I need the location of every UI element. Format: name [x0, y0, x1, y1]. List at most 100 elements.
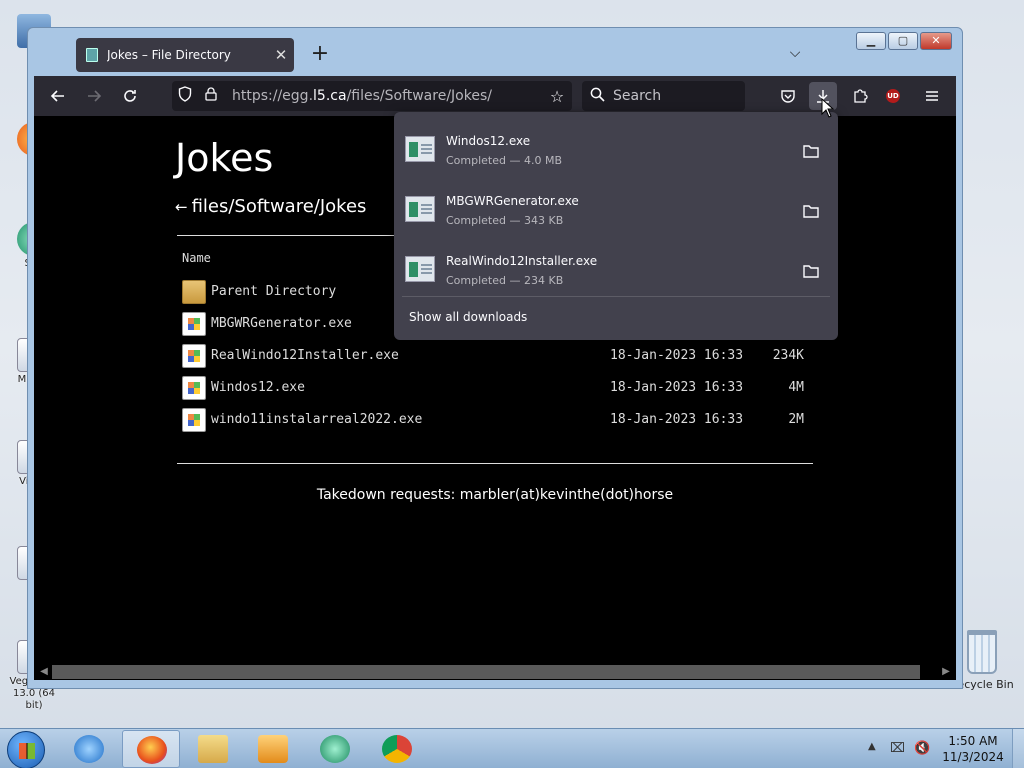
scroll-right-icon[interactable]: ▶	[938, 664, 954, 680]
clock-time: 1:50 AM	[948, 734, 998, 748]
system-clock[interactable]: 1:50 AM 11/3/2024	[940, 733, 1006, 765]
exe-file-icon	[405, 256, 435, 282]
nav-toolbar: https://egg.l5.ca/files/Software/Jokes/ …	[34, 76, 956, 116]
url-path: /files/Software/Jokes/	[346, 88, 492, 104]
file-icon	[86, 48, 98, 62]
tab-title: Jokes – File Directory	[107, 48, 231, 62]
exe-file-icon	[182, 312, 206, 336]
taskbar-media-player[interactable]	[244, 730, 302, 768]
column-header-name[interactable]: Name	[182, 251, 211, 265]
scrollbar-thumb[interactable]	[52, 665, 920, 679]
file-name[interactable]: MBGWRGenerator.exe	[211, 316, 352, 331]
reload-button[interactable]	[116, 82, 144, 110]
folder-icon[interactable]	[800, 260, 822, 282]
breadcrumb-path: files/Software/Jokes	[191, 196, 367, 217]
url-bar[interactable]: https://egg.l5.ca/files/Software/Jokes/ …	[172, 81, 572, 111]
file-name[interactable]: RealWindo12Installer.exe	[211, 348, 399, 363]
menu-button[interactable]	[918, 82, 946, 110]
minimize-button[interactable]: ▁	[856, 32, 886, 50]
back-button[interactable]	[44, 82, 72, 110]
breadcrumb[interactable]: ← files/Software/Jokes	[175, 196, 366, 217]
horizontal-scrollbar[interactable]: ◀ ▶	[34, 664, 956, 680]
file-size: 234K	[772, 348, 804, 363]
page-title: Jokes	[175, 136, 274, 180]
forward-button[interactable]	[80, 82, 108, 110]
show-desktop-button[interactable]	[1012, 729, 1024, 768]
tab-jokes[interactable]: Jokes – File Directory ✕	[76, 38, 294, 72]
taskbar-firefox[interactable]	[122, 730, 180, 768]
file-size: 2M	[788, 412, 804, 427]
media-player-icon	[258, 735, 288, 763]
url-text: https://egg.l5.ca/files/Software/Jokes/	[232, 88, 542, 104]
download-status: Completed — 4.0 MB	[446, 154, 563, 167]
exe-file-icon	[405, 196, 435, 222]
taskbar-app[interactable]	[306, 730, 364, 768]
file-name[interactable]: windo11instalarreal2022.exe	[211, 412, 422, 427]
taskbar-ie[interactable]	[60, 730, 118, 768]
search-icon	[590, 87, 605, 106]
start-button[interactable]	[7, 731, 45, 768]
chevron-down-icon[interactable]: ⌵	[782, 40, 808, 66]
download-item[interactable]: Windos12.exe Completed — 4.0 MB	[394, 118, 838, 176]
show-all-downloads-button[interactable]: Show all downloads	[409, 310, 527, 324]
network-icon[interactable]: ⌧	[890, 741, 906, 757]
app-icon	[320, 735, 350, 763]
download-status: Completed — 343 KB	[446, 214, 564, 227]
new-tab-button[interactable]: +	[306, 40, 334, 68]
download-status: Completed — 234 KB	[446, 274, 564, 287]
divider	[402, 296, 830, 297]
tray-chevron-up-icon[interactable]: ▲	[868, 741, 876, 752]
takedown-text: Takedown requests: marbler(at)kevinthe(d…	[316, 487, 674, 503]
folder-icon[interactable]	[800, 140, 822, 162]
file-row[interactable]: windo11instalarreal2022.exe 18-Jan-2023 …	[182, 404, 822, 436]
scroll-left-icon[interactable]: ◀	[36, 664, 52, 680]
maximize-button[interactable]: ▢	[888, 32, 918, 50]
search-input[interactable]: Search	[582, 81, 745, 111]
mouse-cursor-icon	[821, 98, 835, 118]
recycle-bin-icon	[967, 630, 997, 674]
forward-arrow-icon	[88, 90, 102, 102]
pocket-icon	[781, 90, 795, 103]
reload-icon	[124, 90, 136, 102]
hamburger-icon	[926, 91, 938, 101]
divider	[177, 235, 395, 236]
file-name[interactable]: Parent Directory	[211, 284, 336, 299]
file-row[interactable]: Windos12.exe 18-Jan-2023 16:33 4M	[182, 372, 822, 404]
volume-muted-icon[interactable]: 🔇	[914, 741, 930, 757]
chrome-icon	[382, 735, 412, 763]
extensions-button[interactable]	[846, 82, 874, 110]
close-tab-icon[interactable]: ✕	[268, 46, 294, 64]
internet-explorer-icon	[74, 735, 104, 763]
taskbar: ▲ ⌧ 🔇 1:50 AM 11/3/2024	[0, 728, 1024, 768]
file-size: 4M	[788, 380, 804, 395]
exe-file-icon	[405, 136, 435, 162]
shield-icon[interactable]	[172, 86, 198, 106]
url-prefix: https://egg.	[232, 88, 314, 104]
divider	[177, 463, 813, 464]
pocket-button[interactable]	[774, 82, 802, 110]
clock-date: 11/3/2024	[942, 750, 1004, 764]
bookmark-star-icon[interactable]: ☆	[542, 87, 572, 106]
exe-file-icon	[182, 376, 206, 400]
file-date: 18-Jan-2023 16:33	[610, 412, 744, 427]
lock-icon[interactable]	[198, 87, 224, 105]
file-name[interactable]: Windos12.exe	[211, 380, 305, 395]
ublock-icon[interactable]: UD	[886, 89, 900, 103]
folder-icon	[198, 735, 228, 763]
folder-icon[interactable]	[800, 200, 822, 222]
back-arrow-icon: ←	[175, 198, 188, 216]
close-window-button[interactable]: ✕	[920, 32, 952, 50]
firefox-icon	[137, 736, 167, 764]
file-date: 18-Jan-2023 16:33	[610, 348, 744, 363]
download-item[interactable]: RealWindo12Installer.exe Completed — 234…	[394, 238, 838, 296]
downloads-panel: Windos12.exe Completed — 4.0 MB MBGWRGen…	[394, 112, 838, 340]
url-host: l5.ca	[313, 88, 347, 104]
file-row[interactable]: RealWindo12Installer.exe 18-Jan-2023 16:…	[182, 340, 822, 372]
taskbar-explorer[interactable]	[184, 730, 242, 768]
back-arrow-icon	[50, 90, 64, 102]
download-item[interactable]: MBGWRGenerator.exe Completed — 343 KB	[394, 178, 838, 236]
download-name: RealWindo12Installer.exe	[446, 254, 598, 268]
taskbar-chrome[interactable]	[368, 730, 426, 768]
folder-icon	[182, 280, 206, 304]
download-name: MBGWRGenerator.exe	[446, 194, 579, 208]
